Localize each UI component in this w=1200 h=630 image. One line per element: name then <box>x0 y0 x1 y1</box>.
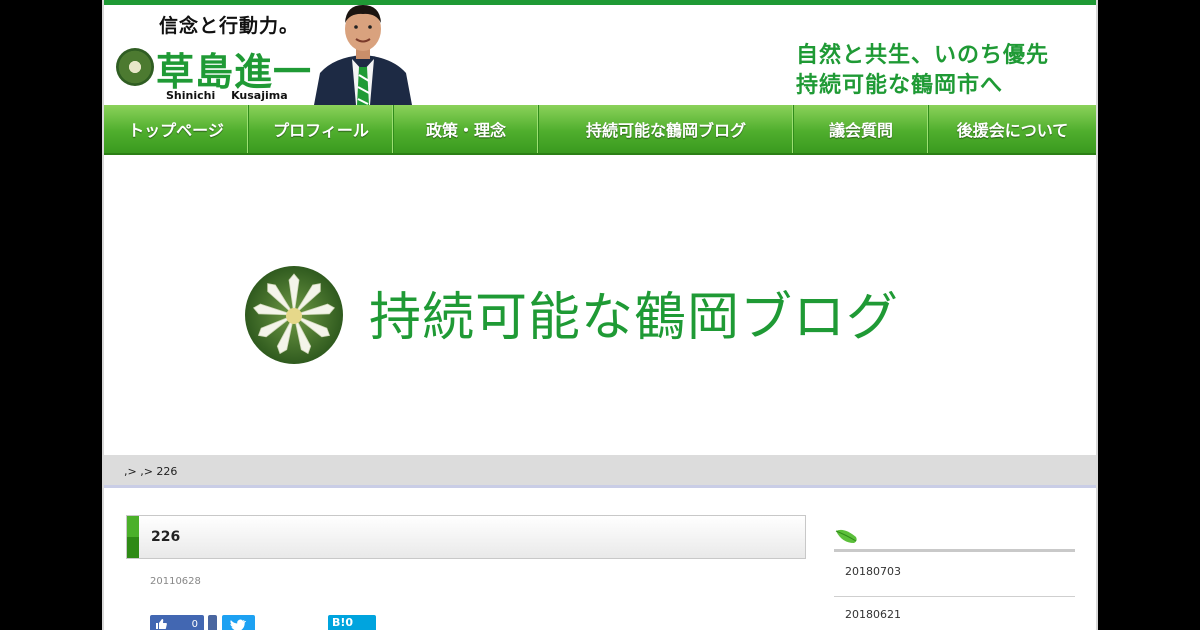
page: 信念と行動力。 草島進一 Shinichi Kusajima 自然と共生、いのち… <box>102 0 1098 630</box>
twitter-share-button[interactable] <box>222 615 255 630</box>
banner-title: 持続可能な鶴岡ブログ <box>369 288 900 348</box>
facebook-like-count: 0 <box>191 619 198 630</box>
post-date: 20110628 <box>150 576 201 587</box>
lotus-flower-icon <box>245 266 343 364</box>
sidebar-post-link[interactable]: 20180621 <box>834 597 1075 630</box>
thumbs-up-icon <box>155 618 167 630</box>
facebook-like-button[interactable]: 0 <box>150 615 204 630</box>
header-slogan: 信念と行動力。 <box>159 15 300 37</box>
facebook-share-button[interactable] <box>208 615 217 630</box>
tagline-line-2: 持続可能な鶴岡市へ <box>796 73 1004 98</box>
post-title-box: 226 <box>126 515 806 559</box>
nav-item-supporters[interactable]: 後援会について <box>929 105 1096 153</box>
breadcrumb[interactable]: ,> ,> 226 <box>124 465 177 478</box>
post-title: 226 <box>151 529 181 545</box>
candidate-name[interactable]: 草島進一 <box>156 41 312 96</box>
main-nav: トップページ プロフィール 政策・理念 持続可能な鶴岡ブログ 議会質問 後援会に… <box>104 105 1096 155</box>
candidate-romaji: Shinichi Kusajima <box>166 89 288 102</box>
nav-item-top-page[interactable]: トップページ <box>104 105 249 153</box>
nav-item-blog[interactable]: 持続可能な鶴岡ブログ <box>539 105 794 153</box>
hatena-bookmark-button[interactable]: B!0 <box>328 615 376 630</box>
candidate-photo <box>314 5 412 105</box>
site-header: 信念と行動力。 草島進一 Shinichi Kusajima 自然と共生、いのち… <box>104 5 1096 105</box>
breadcrumb-bar: ,> ,> 226 <box>104 455 1096 488</box>
nav-item-profile[interactable]: プロフィール <box>249 105 394 153</box>
sidebar-post-link[interactable]: 20180703 <box>834 554 1075 597</box>
title-marker <box>127 516 139 558</box>
nav-item-policy[interactable]: 政策・理念 <box>394 105 539 153</box>
lotus-emblem-icon <box>116 48 154 86</box>
sidebar-heading-rule <box>834 549 1075 552</box>
leaf-icon <box>834 525 860 549</box>
blog-banner: 持続可能な鶴岡ブログ <box>104 157 1096 455</box>
tagline-line-1: 自然と共生、いのち優先 <box>796 43 1050 68</box>
nav-item-council-questions[interactable]: 議会質問 <box>794 105 929 153</box>
header-tagline: 自然と共生、いのち優先 持続可能な鶴岡市へ <box>796 41 1049 101</box>
twitter-bird-icon <box>230 619 247 630</box>
